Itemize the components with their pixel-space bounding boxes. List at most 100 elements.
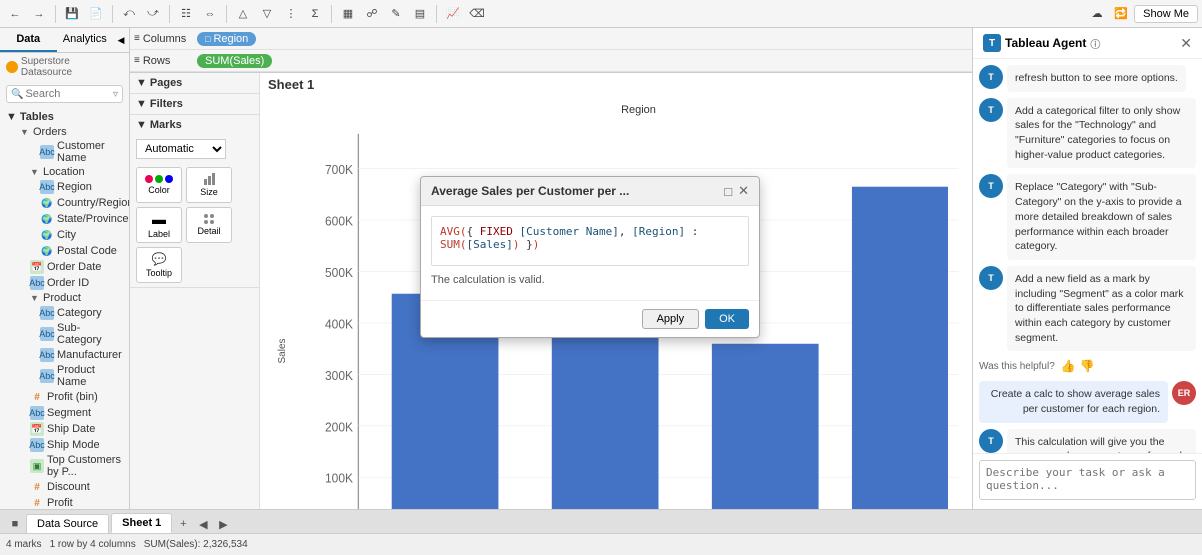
field-ship-mode[interactable]: Abc Ship Mode	[0, 437, 129, 453]
rp-msg-5: This calculation will give you the avera…	[1007, 429, 1196, 453]
fit-button[interactable]: ⇔	[199, 3, 221, 25]
field-label: Order Date	[47, 261, 101, 273]
field-discount[interactable]: # Discount	[0, 479, 129, 495]
field-subcategory[interactable]: Abc Sub-Category	[0, 321, 129, 347]
rp-header: T Tableau Agent ⓘ ✕	[973, 28, 1202, 59]
marks-section: ▼ Marks Automatic	[130, 115, 259, 288]
field-region[interactable]: Abc Region	[0, 179, 129, 195]
product-expand-icon[interactable]: ▼	[30, 293, 40, 303]
marks-detail-button[interactable]: Detail	[186, 207, 232, 243]
annotate-button[interactable]: ✎	[385, 3, 407, 25]
marks-color-button[interactable]: Color	[136, 167, 182, 203]
field-location[interactable]: ▼ Location	[0, 165, 129, 179]
field-label: Product Name	[57, 364, 123, 388]
field-customer-name[interactable]: Abc Customer Name	[0, 139, 129, 165]
field-city[interactable]: 🌍 City	[0, 227, 129, 243]
rp-close-button[interactable]: ✕	[1180, 35, 1192, 52]
pages-section-header[interactable]: ▼ Pages	[130, 73, 259, 93]
toolbar: ← → 💾 📄 ⤺ ⤻ ☷ ⇔ △ ▽ ⋮ Σ ▦ ☍ ✎ ▤ 📈 ⌫ ☁ 🔁 …	[0, 0, 1202, 28]
orders-expand-icon[interactable]: ▼	[20, 127, 30, 137]
tooltip-button[interactable]: ☍	[361, 3, 383, 25]
field-category[interactable]: Abc Category	[0, 305, 129, 321]
fix-axes-button[interactable]: 📈	[442, 3, 464, 25]
field-country[interactable]: 🌍 Country/Region	[0, 195, 129, 211]
field-ship-date[interactable]: 📅 Ship Date	[0, 421, 129, 437]
marks-type-row: Automatic	[130, 135, 259, 163]
thumbs-down-1[interactable]: 👎	[1080, 359, 1095, 373]
field-profit[interactable]: # Profit	[0, 495, 129, 509]
sep1	[55, 5, 56, 23]
datasource-tab[interactable]: Data Source	[26, 514, 109, 533]
cloud-icon[interactable]: ☁	[1086, 3, 1108, 25]
field-product-name[interactable]: Abc Product Name	[0, 363, 129, 389]
field-state[interactable]: 🌍 State/Province	[0, 211, 129, 227]
location-expand-icon[interactable]: ▼	[30, 167, 40, 177]
marks-section-header[interactable]: ▼ Marks	[130, 115, 259, 135]
panel-collapse-arrow[interactable]: ◀	[113, 28, 129, 52]
field-manufacturer[interactable]: Abc Manufacturer	[0, 347, 129, 363]
sheet-title: Sheet 1	[260, 73, 972, 96]
scroll-left-icon[interactable]: ◀	[194, 515, 212, 533]
field-postal-code[interactable]: 🌍 Postal Code	[0, 243, 129, 259]
bar-west[interactable]	[852, 187, 948, 509]
marks-detail-label: Detail	[197, 226, 220, 236]
save-button[interactable]: 💾	[61, 3, 83, 25]
ok-button[interactable]: OK	[705, 309, 749, 329]
back-button[interactable]: ←	[4, 3, 26, 25]
calculation-modal: Average Sales per Customer per ... □ ✕ A…	[420, 176, 760, 338]
marks-size-button[interactable]: Size	[186, 167, 232, 203]
field-icon-date: 📅	[30, 422, 44, 436]
rp-row-5: T This calculation will give you the ave…	[979, 429, 1196, 453]
tab-data[interactable]: Data	[0, 28, 57, 52]
share-button[interactable]: 🔁	[1110, 3, 1132, 25]
field-product[interactable]: ▼ Product	[0, 291, 129, 305]
modal-close-icon[interactable]: ✕	[738, 183, 749, 199]
field-top-customers[interactable]: ▣ Top Customers by P...	[0, 453, 129, 479]
rp-input-field[interactable]	[979, 460, 1196, 500]
sum-button[interactable]: Σ	[304, 3, 326, 25]
scroll-right-icon[interactable]: ▶	[214, 515, 232, 533]
add-viz-button[interactable]: ☷	[175, 3, 197, 25]
show-me-button[interactable]: Show Me	[1134, 5, 1198, 23]
group-button[interactable]: ⋮	[280, 3, 302, 25]
highlight-button[interactable]: ▦	[337, 3, 359, 25]
shelves: ≡ Columns □ Region ≡ Rows SUM(Sales)	[130, 28, 972, 73]
orders-table-item[interactable]: ▼ Orders	[0, 125, 129, 139]
sheet1-tab[interactable]: Sheet 1	[111, 513, 172, 533]
tables-expand-icon[interactable]: ▼	[6, 111, 17, 123]
filters-section-header[interactable]: ▼ Filters	[130, 94, 259, 114]
field-order-date[interactable]: 📅 Order Date	[0, 259, 129, 275]
device-button[interactable]: ⌫	[466, 3, 488, 25]
sort-asc-button[interactable]: △	[232, 3, 254, 25]
marks-label-button[interactable]: ▬ Label	[136, 207, 182, 243]
rows-pill[interactable]: SUM(Sales)	[197, 54, 272, 68]
field-order-id[interactable]: Abc Order ID	[0, 275, 129, 291]
new-button[interactable]: 📄	[85, 3, 107, 25]
search-box[interactable]: 🔍 ▿	[6, 85, 123, 103]
search-input[interactable]	[25, 88, 113, 100]
sort-desc-button[interactable]: ▽	[256, 3, 278, 25]
rp-row-3: T Replace "Category" with "Sub-Category"…	[979, 174, 1196, 259]
tab-analytics[interactable]: Analytics	[57, 28, 114, 52]
field-segment[interactable]: Abc Segment	[0, 405, 129, 421]
field-label: Location	[43, 166, 85, 178]
columns-pill[interactable]: □ Region	[197, 32, 256, 46]
add-sheet-icon[interactable]: +	[174, 515, 192, 533]
undo-button[interactable]: ⤺	[118, 3, 140, 25]
bar-south[interactable]	[712, 344, 819, 509]
calc-expression[interactable]: AVG({ FIXED [Customer Name], [Region] : …	[431, 216, 749, 266]
datasource-tab-icon[interactable]: ■	[6, 515, 24, 533]
marks-type-select[interactable]: Automatic	[136, 139, 226, 159]
mark-label-button[interactable]: ▤	[409, 3, 431, 25]
redo-button[interactable]: ⤻	[142, 3, 164, 25]
apply-button[interactable]: Apply	[642, 309, 700, 329]
forward-button[interactable]: →	[28, 3, 50, 25]
agent-avatar-5: T	[979, 429, 1003, 453]
field-profit-bin[interactable]: # Profit (bin)	[0, 389, 129, 405]
tables-section-label: ▼ Tables	[0, 107, 129, 125]
field-label: Manufacturer	[57, 349, 122, 361]
thumbs-up-1[interactable]: 👍	[1061, 359, 1076, 373]
modal-restore-icon[interactable]: □	[724, 184, 732, 199]
filter-icon[interactable]: ▿	[113, 89, 118, 100]
marks-tooltip-button[interactable]: 💬 Tooltip	[136, 247, 182, 283]
